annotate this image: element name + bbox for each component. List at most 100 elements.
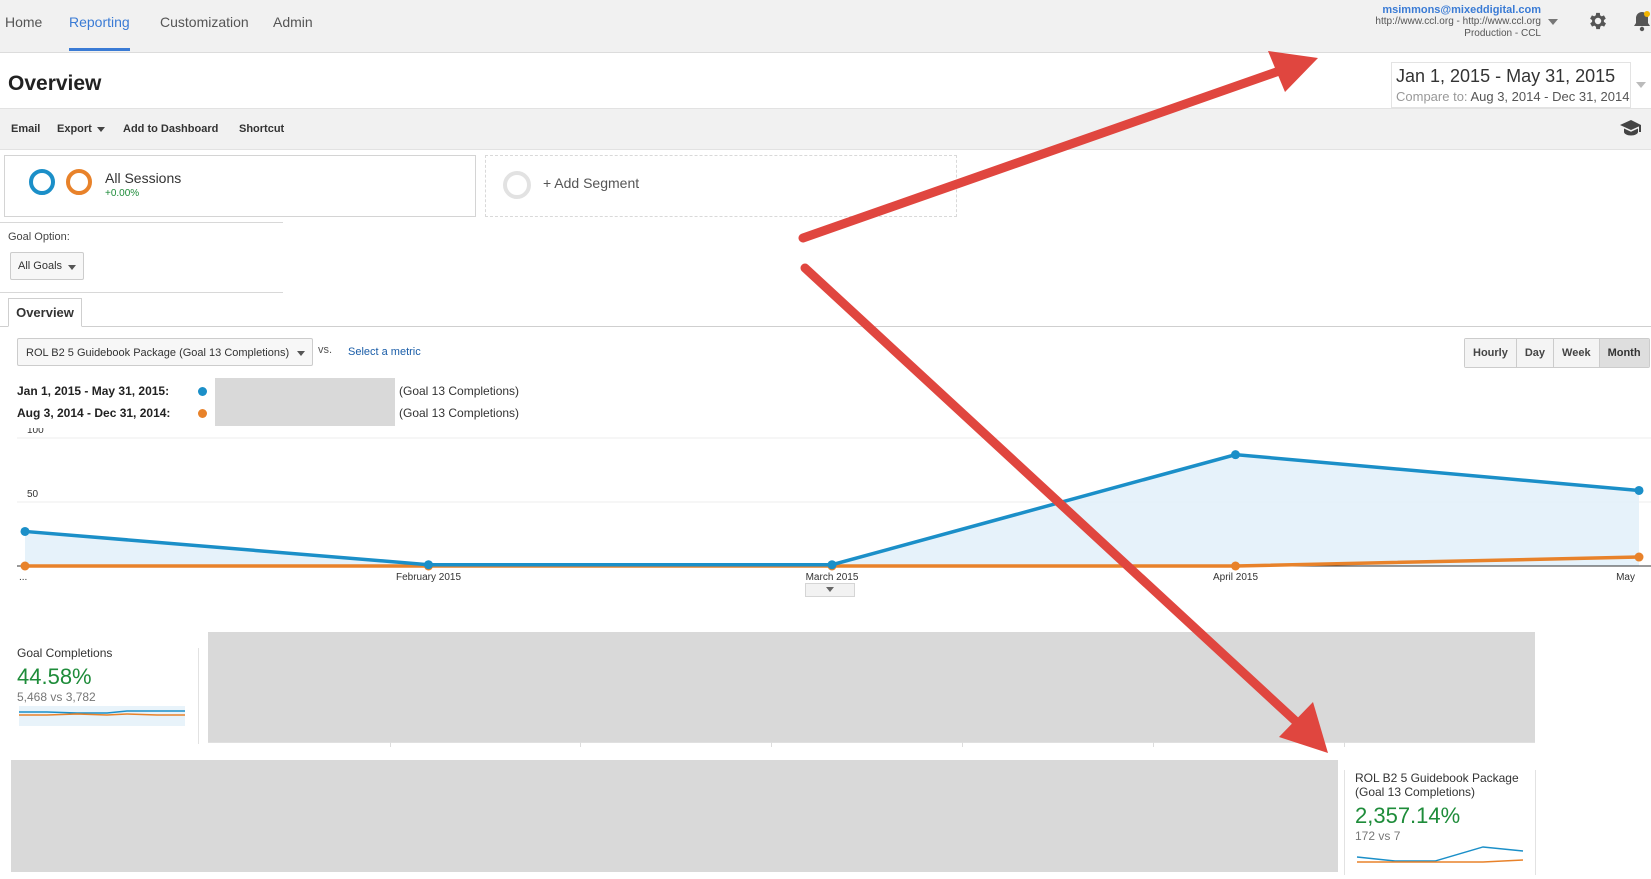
segment-current-ring-icon (29, 169, 55, 195)
data-point (20, 526, 30, 536)
week-button[interactable]: Week (1554, 339, 1600, 367)
tab-reporting[interactable]: Reporting (69, 14, 130, 30)
y-tick-label: 50 (27, 489, 39, 500)
vs-label: vs. (318, 344, 333, 356)
metric-select[interactable]: ROL B2 5 Guidebook Package (Goal 13 Comp… (17, 338, 313, 366)
chevron-down-icon[interactable] (1548, 19, 1558, 25)
export-label: Export (57, 123, 92, 135)
redacted-block (208, 632, 1535, 742)
chevron-down-icon (826, 587, 834, 592)
segment-previous-ring-icon (66, 169, 92, 195)
account-property: http://www.ccl.org - http://www.ccl.org (1375, 16, 1541, 27)
page-title: Overview (8, 72, 102, 95)
divider (1344, 742, 1345, 747)
redacted-block (215, 378, 395, 426)
select-metric-link[interactable]: Select a metric (348, 346, 421, 358)
metric-select-value: ROL B2 5 Guidebook Package (Goal 13 Comp… (26, 347, 290, 359)
scorecard-title: Goal Completions (17, 646, 113, 660)
data-point (20, 561, 30, 571)
scorecard-rol-package: ROL B2 5 Guidebook Package (Goal 13 Comp… (1355, 771, 1535, 871)
segment-name: All Sessions (105, 170, 182, 186)
scorecard-title-line2: (Goal 13 Completions) (1355, 785, 1476, 799)
divider (1344, 770, 1345, 875)
chevron-down-icon (297, 351, 305, 356)
report-toolbar: Email Export Add to Dashboard Shortcut (0, 108, 1651, 150)
x-tick-label: ... (19, 572, 27, 583)
scorecard-title: ROL B2 5 Guidebook Package (Goal 13 Comp… (1355, 771, 1535, 799)
legend-range-current: Jan 1, 2015 - May 31, 2015: (17, 384, 170, 398)
tab-baseline (0, 326, 1651, 327)
legend-dot-previous (198, 409, 207, 418)
account-switcher[interactable]: msimmons@mixeddigital.com http://www.ccl… (1375, 4, 1541, 40)
gear-icon[interactable] (1587, 10, 1609, 32)
granularity-toggle: Hourly Day Week Month (1464, 338, 1650, 368)
top-nav: Home Reporting Customization Admin msimm… (0, 0, 1651, 53)
segment-all-sessions[interactable]: All Sessions +0.00% (4, 155, 476, 217)
series-area (25, 454, 1639, 566)
month-button[interactable]: Month (1599, 339, 1649, 367)
scorecard-compare: 172 vs 7 (1355, 829, 1401, 843)
scorecard-change: 44.58% (17, 664, 92, 689)
date-range-compare: Compare to: Aug 3, 2014 - Dec 31, 2014 (1396, 89, 1629, 104)
redacted-block (11, 760, 1338, 872)
divider (0, 292, 283, 293)
compare-range: Aug 3, 2014 - Dec 31, 2014 (1470, 89, 1630, 104)
divider (0, 222, 283, 223)
goal-option-select[interactable]: All Goals (10, 252, 84, 280)
active-tab-indicator (69, 48, 130, 51)
tab-overview[interactable]: Overview (8, 298, 82, 327)
scorecard-goal-completions: Goal Completions 44.58% 5,468 vs 3,782 (17, 646, 199, 746)
scorecard-change: 2,357.14% (1355, 803, 1461, 828)
compare-label: Compare to: (1396, 89, 1468, 104)
y-tick-label: 100 (27, 428, 44, 436)
chevron-down-icon (96, 126, 105, 132)
divider (962, 742, 963, 747)
scorecard-title-line1: ROL B2 5 Guidebook Package (1355, 771, 1519, 785)
add-to-dashboard-button[interactable]: Add to Dashboard (123, 123, 218, 135)
hourly-button[interactable]: Hourly (1465, 339, 1517, 367)
tab-admin[interactable]: Admin (273, 14, 313, 30)
line-chart: 100 50... February 2015 March 2015 April 201… (17, 428, 1651, 583)
bell-icon[interactable] (1632, 10, 1651, 32)
legend-dot-current (198, 387, 207, 396)
divider (1535, 770, 1536, 875)
date-range-current: Jan 1, 2015 - May 31, 2015 (1396, 66, 1616, 86)
goal-option-label: Goal Option: (8, 231, 70, 243)
graduation-cap-icon[interactable] (1620, 119, 1642, 137)
divider (771, 742, 772, 747)
segment-placeholder-ring-icon (503, 171, 531, 199)
tab-home[interactable]: Home (5, 14, 42, 30)
divider (208, 742, 1535, 743)
x-tick-label: April 2015 (1213, 572, 1258, 583)
chevron-down-icon[interactable] (1636, 82, 1646, 88)
divider (580, 742, 581, 747)
data-point (1231, 561, 1240, 571)
legend-suffix-current: (Goal 13 Completions) (399, 384, 520, 398)
email-button[interactable]: Email (11, 123, 40, 135)
day-button[interactable]: Day (1516, 339, 1555, 367)
goal-option-value: All Goals (18, 260, 63, 272)
segment-change: +0.00% (105, 188, 140, 199)
add-segment-button[interactable]: + Add Segment (485, 155, 957, 217)
legend-suffix-previous: (Goal 13 Completions) (399, 406, 520, 420)
data-point (1634, 485, 1644, 495)
sparkline (1356, 846, 1524, 863)
date-range-picker[interactable]: Jan 1, 2015 - May 31, 2015 Compare to: A… (1391, 62, 1631, 108)
x-tick-label: March 2015 (806, 572, 859, 583)
tab-customization[interactable]: Customization (160, 14, 249, 30)
scorecard-compare: 5,468 vs 3,782 (17, 690, 96, 704)
x-tick-label: May (1616, 572, 1635, 583)
shortcut-button[interactable]: Shortcut (239, 123, 284, 135)
data-point (1634, 552, 1644, 562)
legend-range-previous: Aug 3, 2014 - Dec 31, 2014: (17, 406, 171, 420)
chart-expand-handle[interactable] (805, 583, 855, 597)
data-point (827, 560, 837, 570)
account-email: msimmons@mixeddigital.com (1382, 4, 1541, 16)
data-point (1231, 450, 1240, 460)
export-button[interactable]: Export (57, 123, 105, 135)
divider (1153, 742, 1154, 747)
divider (390, 742, 391, 747)
chevron-down-icon (68, 265, 76, 270)
account-view: Production - CCL (1464, 28, 1541, 39)
add-segment-label: + Add Segment (543, 175, 640, 191)
